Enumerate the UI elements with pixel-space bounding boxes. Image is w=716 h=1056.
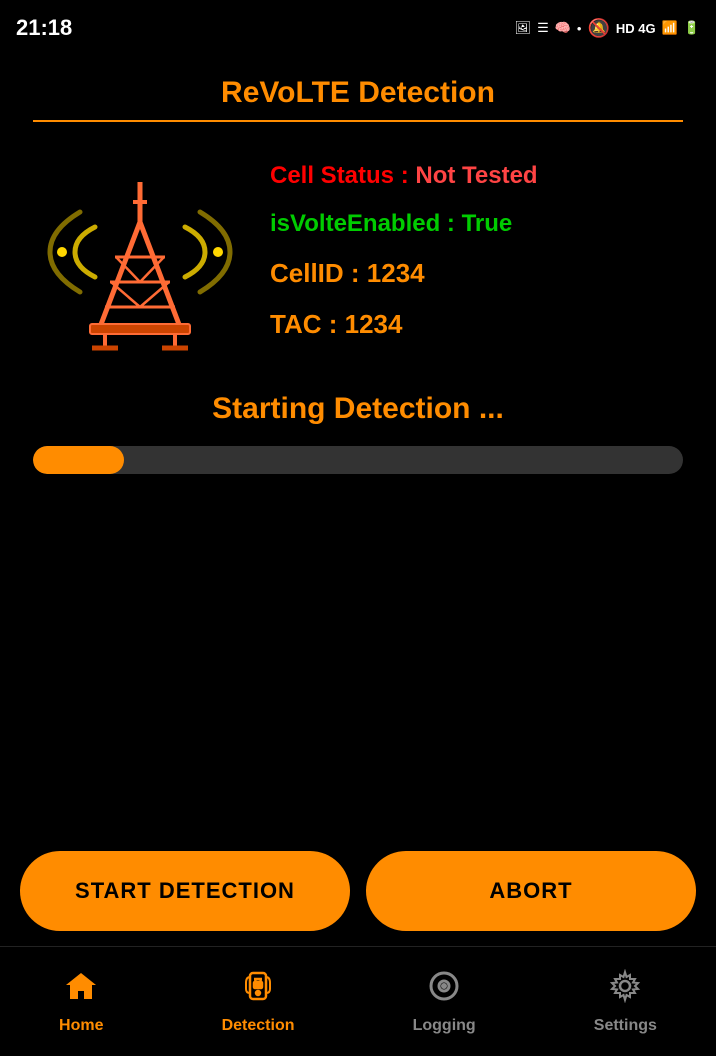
messages-icon: ☰ xyxy=(537,20,549,36)
progress-fill xyxy=(33,446,124,474)
nav-item-detection[interactable]: Detection xyxy=(222,969,295,1035)
main-content: ReVoLTE Detection xyxy=(0,56,716,846)
detection-icon xyxy=(241,969,275,1011)
cell-status-value: Not Tested xyxy=(415,162,537,189)
settings-icon xyxy=(608,969,642,1011)
tac-value: 1234 xyxy=(345,309,403,339)
status-time: 21:18 xyxy=(16,15,72,41)
volte-enabled: isVolteEnabled : True xyxy=(270,210,538,238)
nav-label-settings: Settings xyxy=(594,1017,657,1035)
cell-id-label: CellID : xyxy=(270,258,367,288)
home-icon xyxy=(64,969,98,1011)
start-detection-button[interactable]: START DETECTION xyxy=(20,851,350,931)
nav-label-logging: Logging xyxy=(413,1017,476,1035)
dot-icon: • xyxy=(577,21,582,36)
bottom-nav: Home Detection L xyxy=(0,946,716,1056)
volte-value: True xyxy=(462,210,513,237)
abort-button[interactable]: ABORT xyxy=(366,851,696,931)
tower-container xyxy=(30,152,250,352)
network-label: HD 4G xyxy=(616,21,656,36)
cell-id-value: 1234 xyxy=(367,258,425,288)
status-icons: 🖼 ☰ 🧠 • 🔕 HD 4G 📶 🔋 xyxy=(515,18,700,39)
battery-icon: 🔋 xyxy=(684,20,700,36)
status-text-container: Cell Status : Not Tested isVolteEnabled … xyxy=(270,152,538,340)
detection-status: Starting Detection ... xyxy=(212,392,504,426)
volte-label: isVolteEnabled : xyxy=(270,210,462,237)
progress-bar-container xyxy=(33,446,683,474)
tac: TAC : 1234 xyxy=(270,309,538,340)
signal-icon: 📶 xyxy=(662,20,678,36)
nav-item-settings[interactable]: Settings xyxy=(594,969,657,1035)
cell-id: CellID : 1234 xyxy=(270,258,538,289)
info-section: Cell Status : Not Tested isVolteEnabled … xyxy=(30,152,686,352)
cell-status-label: Cell Status : xyxy=(270,162,415,189)
brain-icon: 🧠 xyxy=(555,20,571,36)
status-bar: 21:18 🖼 ☰ 🧠 • 🔕 HD 4G 📶 🔋 xyxy=(0,0,716,56)
title-divider xyxy=(33,120,683,122)
cell-status: Cell Status : Not Tested xyxy=(270,162,538,190)
nav-item-home[interactable]: Home xyxy=(59,969,103,1035)
mute-icon: 🔕 xyxy=(587,18,609,39)
nav-label-home: Home xyxy=(59,1017,103,1035)
gallery-icon: 🖼 xyxy=(515,20,532,36)
logging-icon xyxy=(427,969,461,1011)
tower-icon xyxy=(40,152,240,352)
nav-label-detection: Detection xyxy=(222,1017,295,1035)
app-title: ReVoLTE Detection xyxy=(221,76,495,110)
nav-item-logging[interactable]: Logging xyxy=(413,969,476,1035)
tac-label: TAC : xyxy=(270,309,345,339)
buttons-section: START DETECTION ABORT xyxy=(0,836,716,946)
